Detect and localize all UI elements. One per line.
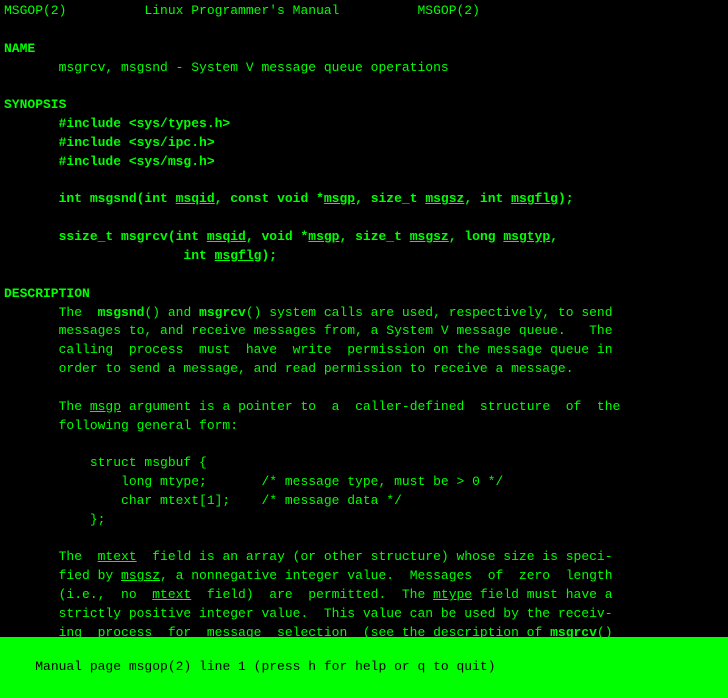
desc-blank2 xyxy=(4,435,724,454)
desc-struct-close: }; xyxy=(4,511,724,530)
synopsis-blank2 xyxy=(4,209,724,228)
desc-msgp-line: The msgp argument is a pointer to a call… xyxy=(4,398,724,417)
desc-line2: messages to, and receive messages from, … xyxy=(4,322,724,341)
desc-mtext-line2: fied by msgsz, a nonnegative integer val… xyxy=(4,567,724,586)
desc-struct-open: struct msgbuf { xyxy=(4,454,724,473)
blank-line-2 xyxy=(4,77,724,96)
synopsis-label: SYNOPSIS xyxy=(4,96,724,115)
synopsis-msgrcv2: int msgflg); xyxy=(4,247,724,266)
desc-mtext-line1: The mtext field is an array (or other st… xyxy=(4,548,724,567)
desc-mtext-line4: strictly positive integer value. This va… xyxy=(4,605,724,624)
header-line: MSGOP(2) Linux Programmer's Manual MSGOP… xyxy=(4,2,724,21)
desc-line4: order to send a message, and read permis… xyxy=(4,360,724,379)
status-bar: Manual page msgop(2) line 1 (press h for… xyxy=(0,637,728,698)
content-area: MSGOP(2) Linux Programmer's Manual MSGOP… xyxy=(4,2,724,674)
desc-blank3 xyxy=(4,530,724,549)
blank-line-1 xyxy=(4,21,724,40)
name-label: NAME xyxy=(4,40,724,59)
desc-struct-mtext: char mtext[1]; /* message data */ xyxy=(4,492,724,511)
description-label: DESCRIPTION xyxy=(4,285,724,304)
blank-line-3 xyxy=(4,266,724,285)
desc-following: following general form: xyxy=(4,417,724,436)
synopsis-msgsnd: int msgsnd(int msqid, const void *msgp, … xyxy=(4,190,724,209)
desc-struct-mtype: long mtype; /* message type, must be > 0… xyxy=(4,473,724,492)
status-bar-text: Manual page msgop(2) line 1 (press h for… xyxy=(35,659,495,674)
name-content: msgrcv, msgsnd - System V message queue … xyxy=(4,59,724,78)
desc-blank1 xyxy=(4,379,724,398)
desc-mtext-line3: (i.e., no mtext field) are permitted. Th… xyxy=(4,586,724,605)
terminal: MSGOP(2) Linux Programmer's Manual MSGOP… xyxy=(0,0,728,698)
synopsis-msgrcv1: ssize_t msgrcv(int msqid, void *msgp, si… xyxy=(4,228,724,247)
synopsis-blank xyxy=(4,172,724,191)
synopsis-line2: #include <sys/ipc.h> xyxy=(4,134,724,153)
synopsis-line1: #include <sys/types.h> xyxy=(4,115,724,134)
header-left: MSGOP(2) xyxy=(4,3,66,18)
desc-line1: The msgsnd() and msgrcv() system calls a… xyxy=(4,304,724,323)
header-right: MSGOP(2) xyxy=(417,3,479,18)
synopsis-line3: #include <sys/msg.h> xyxy=(4,153,724,172)
header-center: Linux Programmer's Manual xyxy=(66,3,417,18)
desc-line3: calling process must have write permissi… xyxy=(4,341,724,360)
